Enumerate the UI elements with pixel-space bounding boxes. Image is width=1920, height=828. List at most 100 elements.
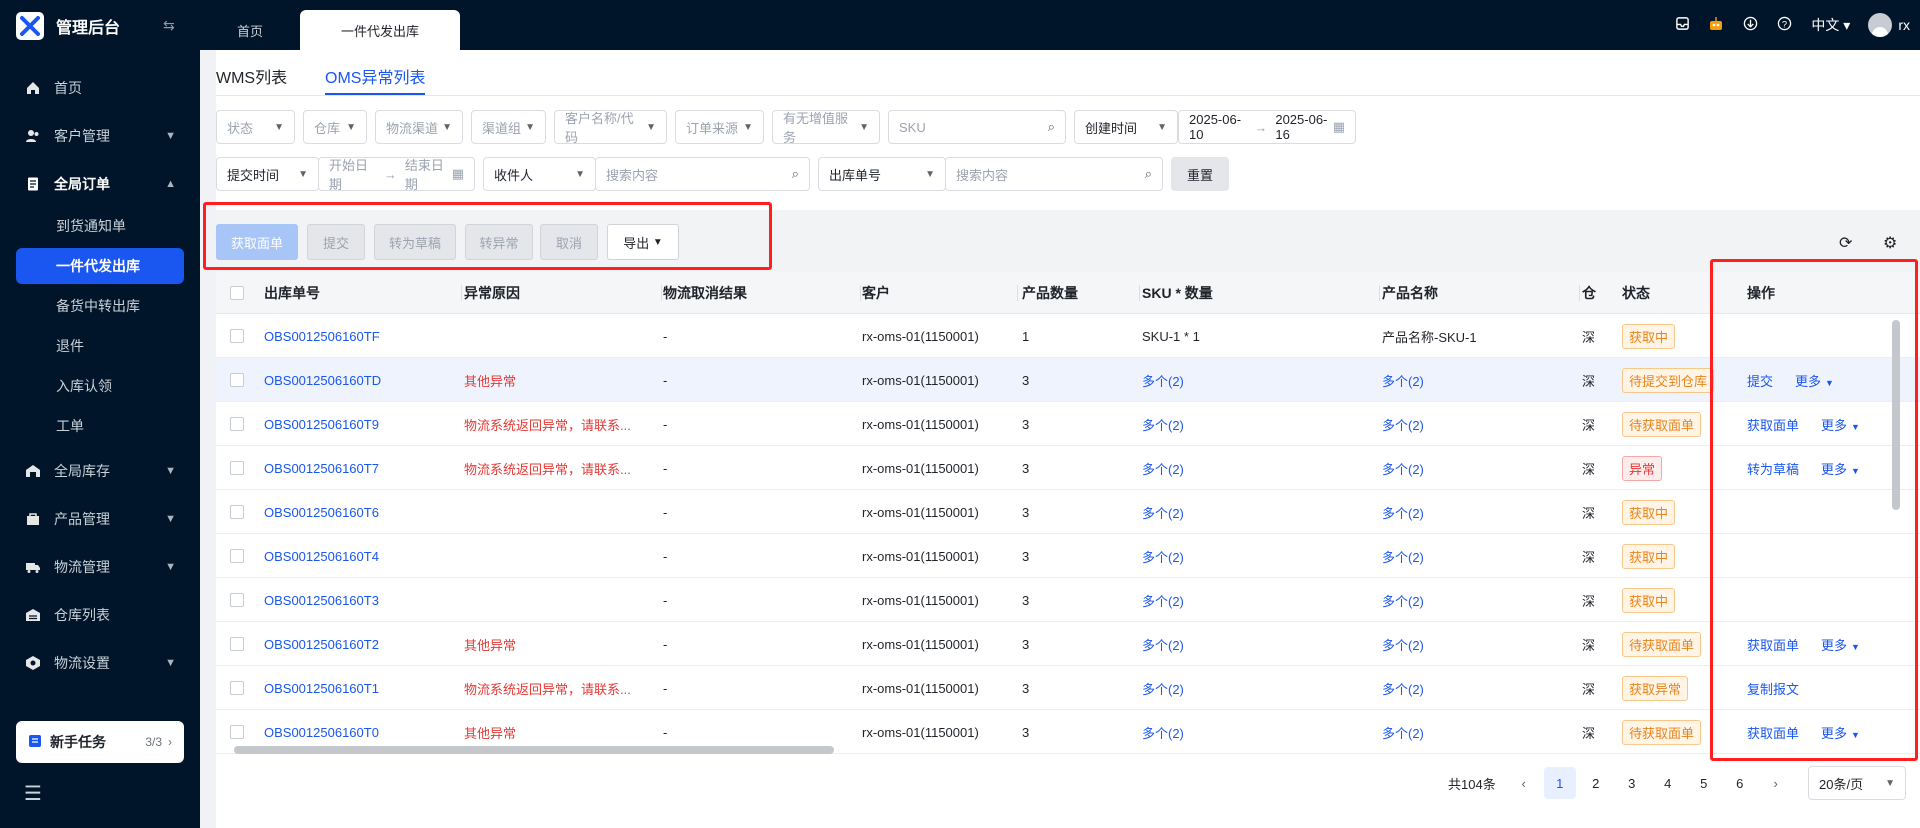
receiver-search-input[interactable]: 搜索内容 ⌕: [595, 157, 810, 191]
row-more-dropdown[interactable]: 更多 ▼: [1821, 723, 1860, 742]
row-more-dropdown[interactable]: 更多 ▼: [1821, 415, 1860, 434]
page-6[interactable]: 6: [1724, 767, 1756, 799]
inbox-icon[interactable]: [1665, 16, 1699, 34]
get-label-button[interactable]: 获取面单: [216, 224, 298, 260]
product-name-cell[interactable]: 多个(2): [1382, 446, 1572, 490]
reset-button[interactable]: 重置: [1171, 157, 1229, 191]
sku-cell[interactable]: 多个(2): [1142, 402, 1362, 446]
row-checkbox[interactable]: [230, 549, 244, 563]
sidebar-item-inventory[interactable]: 全局库存 ▼: [16, 451, 184, 491]
date-range-picker[interactable]: 2025-06-10 → 2025-06-16 ▦: [1178, 110, 1356, 144]
row-checkbox[interactable]: [230, 329, 244, 343]
sidebar-toggle-icon[interactable]: ⇆: [163, 17, 175, 34]
to-draft-button[interactable]: 转为草稿: [374, 224, 456, 260]
row-more-dropdown[interactable]: 更多 ▼: [1795, 371, 1834, 390]
channel-filter[interactable]: 物流渠道 ▼: [375, 110, 463, 144]
next-page-icon[interactable]: ›: [1760, 767, 1792, 799]
sidebar-item-home[interactable]: 首页: [16, 68, 184, 108]
sku-cell[interactable]: 多个(2): [1142, 578, 1362, 622]
value-added-filter[interactable]: 有无增值服务 ▼: [772, 110, 880, 145]
vertical-scrollbar[interactable]: [1892, 320, 1900, 750]
submit-date-range[interactable]: 开始日期 → 结束日期 ▦: [318, 157, 475, 192]
order-source-filter[interactable]: 订单来源 ▼: [675, 110, 764, 144]
brand[interactable]: 管理后台: [16, 12, 120, 40]
product-name-cell[interactable]: 多个(2): [1382, 578, 1572, 622]
avatar[interactable]: [1868, 13, 1893, 37]
download-icon[interactable]: [1733, 16, 1767, 34]
menu-collapse-icon[interactable]: ☰: [24, 781, 42, 806]
row-checkbox[interactable]: [230, 373, 244, 387]
table-row[interactable]: OBS0012506160T4 - rx-oms-01(1150001) 3 多个(2)…: [216, 534, 1920, 578]
page-size-select[interactable]: 20条/页 ▼: [1808, 766, 1906, 800]
order-no-link[interactable]: OBS0012506160T7: [264, 446, 454, 490]
row-checkbox[interactable]: [230, 637, 244, 651]
row-more-dropdown[interactable]: 更多 ▼: [1821, 635, 1860, 654]
sidebar-sub-arrival-notice[interactable]: 到货通知单: [16, 208, 184, 244]
row-checkbox[interactable]: [230, 461, 244, 475]
newbie-task-card[interactable]: 新手任务 3/3 ›: [16, 721, 184, 763]
row-action-link[interactable]: 转为草稿: [1747, 459, 1799, 478]
order-no-link[interactable]: OBS0012506160T6: [264, 490, 454, 534]
tab-home[interactable]: 首页: [205, 10, 295, 50]
order-no-link[interactable]: OBS0012506160TF: [264, 314, 454, 358]
sidebar-sub-dropship-outbound[interactable]: 一件代发出库: [16, 248, 184, 284]
row-action-link[interactable]: 提交: [1747, 371, 1773, 390]
order-no-link[interactable]: OBS0012506160TD: [264, 358, 454, 402]
time-type-select[interactable]: 创建时间 ▼: [1074, 110, 1178, 144]
warehouse-filter[interactable]: 仓库 ▼: [303, 110, 367, 144]
table-row[interactable]: OBS0012506160T3 - rx-oms-01(1150001) 3 多个(2)…: [216, 578, 1920, 622]
sidebar-item-global-orders[interactable]: 全局订单 ▲: [16, 164, 184, 204]
page-5[interactable]: 5: [1688, 767, 1720, 799]
product-name-cell[interactable]: 多个(2): [1382, 402, 1572, 446]
export-dropdown[interactable]: 导出 ▼: [607, 224, 679, 260]
sidebar-sub-inbound-claim[interactable]: 入库认领: [16, 368, 184, 404]
row-checkbox[interactable]: [230, 417, 244, 431]
channel-group-filter[interactable]: 渠道组 ▼: [471, 110, 546, 144]
page-2[interactable]: 2: [1580, 767, 1612, 799]
product-name-cell[interactable]: 多个(2): [1382, 534, 1572, 578]
order-no-search-input[interactable]: 搜索内容 ⌕: [945, 157, 1163, 191]
table-row[interactable]: OBS0012506160TF - rx-oms-01(1150001) 1 SKU-1…: [216, 314, 1920, 358]
sku-cell[interactable]: 多个(2): [1142, 622, 1362, 666]
order-no-link[interactable]: OBS0012506160T2: [264, 622, 454, 666]
sidebar-sub-transfer-outbound[interactable]: 备货中转出库: [16, 288, 184, 324]
table-row[interactable]: OBS0012506160TD 其他异常 - rx-oms-01(1150001) 3 多…: [216, 358, 1920, 402]
submit-time-select[interactable]: 提交时间 ▼: [216, 157, 319, 191]
table-row[interactable]: OBS0012506160T7 物流系统返回异常，请联系... - rx-oms-01…: [216, 446, 1920, 490]
sidebar-item-warehouses[interactable]: 仓库列表: [16, 595, 184, 635]
row-checkbox[interactable]: [230, 505, 244, 519]
status-filter[interactable]: 状态 ▼: [216, 110, 295, 144]
page-4[interactable]: 4: [1652, 767, 1684, 799]
submit-button[interactable]: 提交: [307, 224, 365, 260]
customer-filter[interactable]: 客户名称/代码 ▼: [554, 110, 667, 145]
row-checkbox[interactable]: [230, 593, 244, 607]
row-action-link[interactable]: 复制报文: [1747, 679, 1799, 698]
cancel-button[interactable]: 取消: [540, 224, 598, 260]
column-settings-icon[interactable]: ⚙: [1883, 233, 1897, 253]
product-name-cell[interactable]: 多个(2): [1382, 358, 1572, 402]
sku-cell[interactable]: 多个(2): [1142, 490, 1362, 534]
order-no-link[interactable]: OBS0012506160T1: [264, 666, 454, 710]
product-name-cell[interactable]: 多个(2): [1382, 666, 1572, 710]
order-no-link[interactable]: OBS0012506160T3: [264, 578, 454, 622]
page-3[interactable]: 3: [1616, 767, 1648, 799]
table-row[interactable]: OBS0012506160T1 物流系统返回异常，请联系... - rx-oms-01…: [216, 666, 1920, 710]
table-row[interactable]: OBS0012506160T9 物流系统返回异常，请联系... - rx-oms-01…: [216, 402, 1920, 446]
receiver-select[interactable]: 收件人 ▼: [483, 157, 596, 191]
row-checkbox[interactable]: [230, 725, 244, 739]
sku-cell[interactable]: 多个(2): [1142, 358, 1362, 402]
help-icon[interactable]: ?: [1767, 16, 1801, 34]
product-name-cell[interactable]: 多个(2): [1382, 622, 1572, 666]
sidebar-item-logistics-settings[interactable]: 物流设置 ▼: [16, 643, 184, 683]
row-action-link[interactable]: 获取面单: [1747, 635, 1799, 654]
sidebar-item-logistics[interactable]: 物流管理 ▼: [16, 547, 184, 587]
row-action-link[interactable]: 获取面单: [1747, 415, 1799, 434]
sidebar-item-products[interactable]: 产品管理 ▼: [16, 499, 184, 539]
table-row[interactable]: OBS0012506160T2 其他异常 - rx-oms-01(1150001) 3 多…: [216, 622, 1920, 666]
sku-cell[interactable]: 多个(2): [1142, 534, 1362, 578]
select-all-checkbox[interactable]: [230, 286, 244, 300]
sku-cell[interactable]: 多个(2): [1142, 666, 1362, 710]
refresh-icon[interactable]: ⟳: [1839, 233, 1852, 253]
row-checkbox[interactable]: [230, 681, 244, 695]
sidebar-sub-work-orders[interactable]: 工单: [16, 408, 184, 444]
